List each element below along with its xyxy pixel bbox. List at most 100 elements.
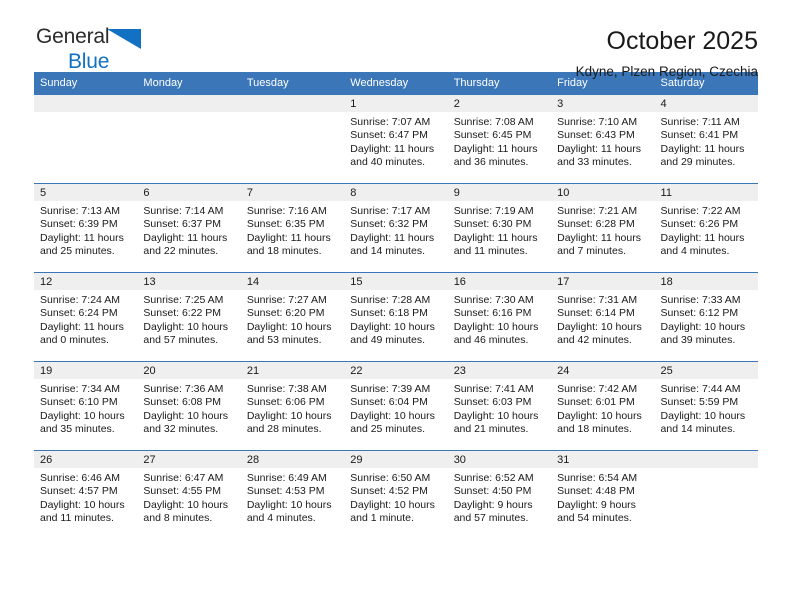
daylight-text: Daylight: 11 hours and 7 minutes.: [557, 231, 641, 258]
day-number: 15: [344, 273, 448, 290]
sunset-text: Sunset: 6:04 PM: [350, 396, 428, 409]
sunset-text: Sunset: 6:10 PM: [40, 396, 118, 409]
calendar-day-cell[interactable]: 2 Sunrise: 7:08 AM Sunset: 6:45 PM Daylight…: [447, 94, 552, 184]
calendar-day-cell[interactable]: 5 Sunrise: 7:13 AM Sunset: 6:39 PM Daylight…: [34, 183, 138, 273]
day-number: 31: [551, 451, 655, 468]
daylight-text: Daylight: 10 hours and 53 minutes.: [246, 320, 332, 347]
calendar-week-row: 12 Sunrise: 7:24 AM Sunset: 6:24 PM Dayligh…: [34, 272, 758, 362]
sunrise-text: Sunrise: 7:27 AM: [246, 294, 327, 306]
day-details: Sunrise: 7:16 AM Sunset: 6:35 PM Daylight:…: [241, 201, 344, 259]
calendar-day-cell[interactable]: 25 Sunrise: 7:44 AM Sunset: 5:59 PM Dayligh…: [654, 361, 758, 451]
sunset-text: Sunset: 4:55 PM: [143, 485, 222, 498]
sunset-text: Sunset: 6:14 PM: [557, 307, 635, 320]
daylight-text: Daylight: 10 hours and 42 minutes.: [557, 320, 642, 347]
calendar-day-cell[interactable]: 15 Sunrise: 7:28 AM Sunset: 6:18 PM Dayligh…: [344, 272, 448, 362]
calendar-day-cell[interactable]: 23 Sunrise: 7:41 AM Sunset: 6:03 PM Dayligh…: [447, 361, 552, 451]
sunrise-text: Sunrise: 7:31 AM: [557, 294, 638, 306]
calendar-day-cell[interactable]: 20 Sunrise: 7:36 AM Sunset: 6:08 PM Dayligh…: [137, 361, 241, 451]
sunrise-text: Sunrise: 7:08 AM: [453, 116, 534, 128]
calendar-day-cell[interactable]: 24 Sunrise: 7:42 AM Sunset: 6:01 PM Dayligh…: [551, 361, 655, 451]
sunrise-text: Sunrise: 7:30 AM: [453, 294, 534, 306]
day-details: Sunrise: 7:30 AM Sunset: 6:16 PM Daylight:…: [448, 290, 551, 348]
sunset-text: Sunset: 4:53 PM: [246, 485, 325, 498]
title-block: October 2025 Kdyne, Plzen Region, Czechi…: [576, 26, 758, 82]
calendar-day-cell-empty: [34, 94, 138, 184]
daylight-text: Daylight: 11 hours and 22 minutes.: [143, 231, 228, 258]
day-number: 27: [137, 451, 241, 468]
sunset-text: Sunset: 6:01 PM: [557, 396, 635, 409]
day-details: Sunrise: 6:54 AM Sunset: 4:48 PM Daylight:…: [551, 468, 654, 526]
calendar-day-cell[interactable]: 3 Sunrise: 7:10 AM Sunset: 6:43 PM Daylight…: [551, 94, 655, 184]
calendar-day-cell[interactable]: 16 Sunrise: 7:30 AM Sunset: 6:16 PM Dayligh…: [447, 272, 552, 362]
day-number: 4: [654, 95, 758, 112]
day-number: 29: [344, 451, 448, 468]
page-title: October 2025: [606, 27, 759, 55]
calendar-day-cell[interactable]: 4 Sunrise: 7:11 AM Sunset: 6:41 PM Daylight…: [654, 94, 758, 184]
calendar-day-cell[interactable]: 17 Sunrise: 7:31 AM Sunset: 6:14 PM Dayligh…: [551, 272, 655, 362]
calendar-day-cell[interactable]: 31 Sunrise: 6:54 AM Sunset: 4:48 PM Dayligh…: [551, 450, 655, 540]
sunrise-text: Sunrise: 6:46 AM: [40, 472, 120, 484]
sunrise-text: Sunrise: 7:10 AM: [557, 116, 638, 128]
day-number: 5: [34, 184, 138, 201]
day-number: 17: [551, 273, 655, 290]
daylight-text: Daylight: 9 hours and 57 minutes.: [453, 498, 533, 525]
sunrise-text: Sunrise: 7:42 AM: [557, 383, 638, 395]
day-details: [137, 112, 240, 116]
day-number: 12: [34, 273, 138, 290]
daylight-text: Daylight: 10 hours and 18 minutes.: [557, 409, 642, 436]
daylight-text: Daylight: 10 hours and 32 minutes.: [143, 409, 229, 436]
calendar-day-cell[interactable]: 14 Sunrise: 7:27 AM Sunset: 6:20 PM Dayligh…: [240, 272, 345, 362]
calendar-day-cell[interactable]: 9 Sunrise: 7:19 AM Sunset: 6:30 PM Daylight…: [447, 183, 552, 273]
sunset-text: Sunset: 6:22 PM: [143, 307, 222, 320]
calendar-day-cell[interactable]: 13 Sunrise: 7:25 AM Sunset: 6:22 PM Dayligh…: [137, 272, 241, 362]
day-details: Sunrise: 7:22 AM Sunset: 6:26 PM Daylight:…: [655, 201, 758, 259]
daylight-text: Daylight: 9 hours and 54 minutes.: [557, 498, 636, 525]
day-details: Sunrise: 7:38 AM Sunset: 6:06 PM Daylight:…: [241, 379, 344, 437]
daylight-text: Daylight: 11 hours and 4 minutes.: [660, 231, 745, 258]
calendar-day-cell[interactable]: 28 Sunrise: 6:49 AM Sunset: 4:53 PM Dayligh…: [240, 450, 345, 540]
calendar-day-cell[interactable]: 19 Sunrise: 7:34 AM Sunset: 6:10 PM Dayligh…: [34, 361, 138, 451]
weekday-header-tuesday: Tuesday: [240, 72, 345, 95]
day-details: Sunrise: 7:10 AM Sunset: 6:43 PM Daylight:…: [551, 112, 654, 170]
day-details: Sunrise: 7:28 AM Sunset: 6:18 PM Daylight:…: [344, 290, 447, 348]
day-details: Sunrise: 7:33 AM Sunset: 6:12 PM Daylight:…: [655, 290, 758, 348]
sunrise-text: Sunrise: 6:47 AM: [143, 472, 224, 484]
sunrise-text: Sunrise: 7:28 AM: [350, 294, 431, 306]
sunset-text: Sunset: 6:08 PM: [143, 396, 222, 409]
daylight-text: Daylight: 11 hours and 29 minutes.: [660, 142, 745, 169]
sunset-text: Sunset: 6:28 PM: [557, 218, 635, 231]
calendar-day-cell[interactable]: 11 Sunrise: 7:22 AM Sunset: 6:26 PM Dayligh…: [654, 183, 758, 273]
day-number: [137, 95, 241, 112]
day-details: Sunrise: 7:34 AM Sunset: 6:10 PM Daylight:…: [34, 379, 137, 437]
sunset-text: Sunset: 6:37 PM: [143, 218, 222, 231]
sunset-text: Sunset: 6:43 PM: [557, 129, 635, 142]
day-details: [241, 112, 344, 116]
calendar-day-cell[interactable]: 1 Sunrise: 7:07 AM Sunset: 6:47 PM Daylight…: [344, 94, 448, 184]
sunrise-text: Sunrise: 7:16 AM: [246, 205, 327, 217]
calendar-day-cell[interactable]: 27 Sunrise: 6:47 AM Sunset: 4:55 PM Dayligh…: [137, 450, 241, 540]
calendar-day-cell[interactable]: 22 Sunrise: 7:39 AM Sunset: 6:04 PM Dayligh…: [344, 361, 448, 451]
calendar-day-cell[interactable]: 21 Sunrise: 7:38 AM Sunset: 6:06 PM Dayligh…: [240, 361, 345, 451]
day-details: Sunrise: 7:44 AM Sunset: 5:59 PM Daylight:…: [655, 379, 758, 437]
calendar-day-cell[interactable]: 30 Sunrise: 6:52 AM Sunset: 4:50 PM Dayligh…: [447, 450, 552, 540]
daylight-text: Daylight: 10 hours and 28 minutes.: [246, 409, 332, 436]
sunrise-text: Sunrise: 7:24 AM: [40, 294, 120, 306]
weekday-header-thursday: Thursday: [447, 72, 552, 95]
logo-text-blue: Blue: [68, 50, 110, 73]
calendar-day-cell[interactable]: 8 Sunrise: 7:17 AM Sunset: 6:32 PM Daylight…: [344, 183, 448, 273]
calendar-day-cell[interactable]: 6 Sunrise: 7:14 AM Sunset: 6:37 PM Daylight…: [137, 183, 241, 273]
calendar-day-cell[interactable]: 10 Sunrise: 7:21 AM Sunset: 6:28 PM Dayligh…: [551, 183, 655, 273]
day-details: Sunrise: 7:36 AM Sunset: 6:08 PM Daylight:…: [137, 379, 240, 437]
calendar-day-cell[interactable]: 7 Sunrise: 7:16 AM Sunset: 6:35 PM Daylight…: [240, 183, 345, 273]
daylight-text: Daylight: 10 hours and 46 minutes.: [453, 320, 539, 347]
day-details: Sunrise: 7:08 AM Sunset: 6:45 PM Daylight:…: [448, 112, 551, 170]
sunrise-text: Sunrise: 7:13 AM: [40, 205, 120, 217]
logo-text-general: General: [36, 25, 110, 48]
weekday-header-monday: Monday: [137, 72, 241, 95]
calendar-day-cell[interactable]: 18 Sunrise: 7:33 AM Sunset: 6:12 PM Dayligh…: [654, 272, 758, 362]
day-number: 30: [447, 451, 552, 468]
general-blue-logo[interactable]: General Blue: [34, 26, 236, 72]
calendar-day-cell[interactable]: 12 Sunrise: 7:24 AM Sunset: 6:24 PM Dayligh…: [34, 272, 138, 362]
calendar-day-cell[interactable]: 29 Sunrise: 6:50 AM Sunset: 4:52 PM Dayligh…: [344, 450, 448, 540]
calendar-day-cell[interactable]: 26 Sunrise: 6:46 AM Sunset: 4:57 PM Dayligh…: [34, 450, 138, 540]
